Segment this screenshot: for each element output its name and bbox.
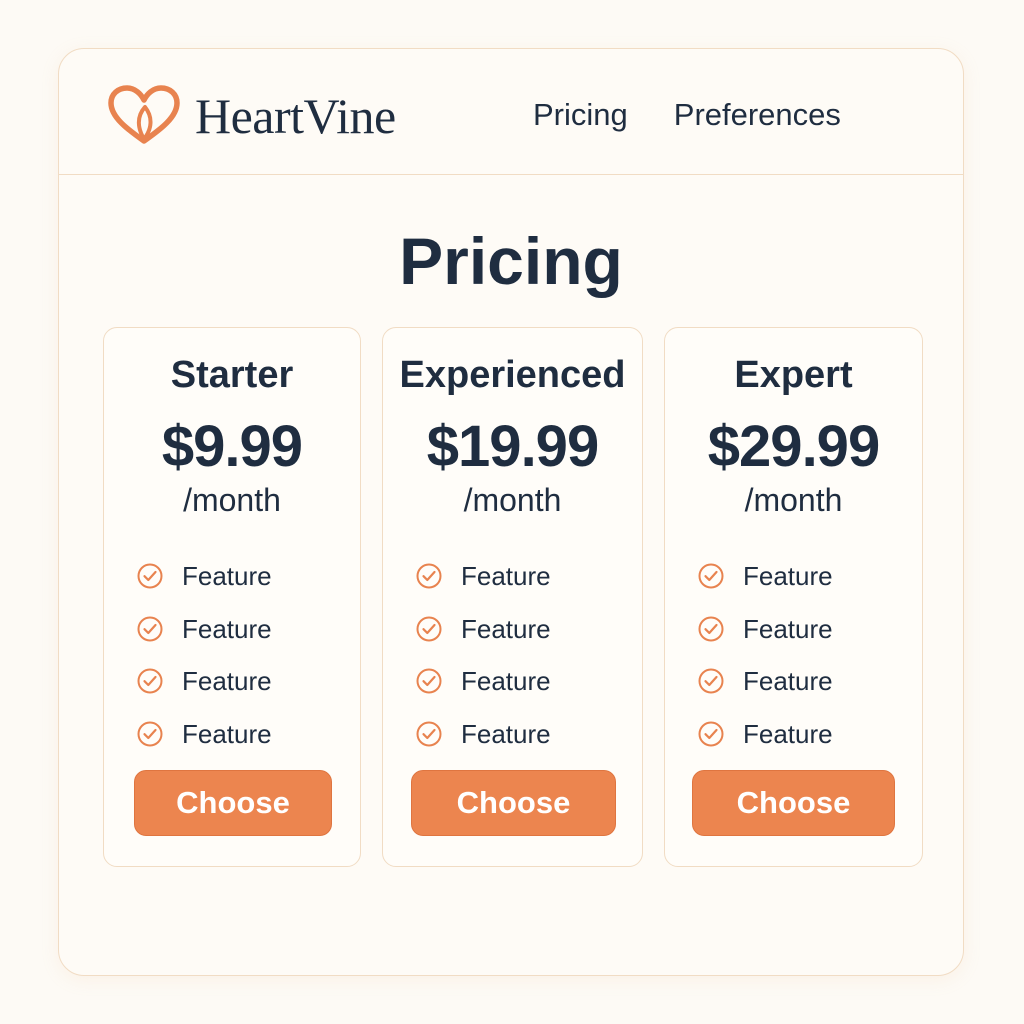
feature-item: Feature — [415, 550, 632, 603]
feature-item: Feature — [136, 708, 350, 761]
choose-expert-button[interactable]: Choose — [692, 770, 895, 836]
feature-item: Feature — [136, 550, 350, 603]
choose-experienced-button[interactable]: Choose — [411, 770, 616, 836]
main-nav: Pricing Preferences — [533, 95, 841, 135]
feature-item: Feature — [415, 708, 632, 761]
check-circle-icon — [137, 563, 163, 589]
feature-item: Feature — [697, 655, 912, 708]
plan-card-starter: Starter $9.99 /month Feature Feature Fea… — [103, 327, 361, 867]
feature-item: Feature — [415, 655, 632, 708]
feature-label: Feature — [743, 666, 833, 697]
plan-period: /month — [463, 482, 562, 518]
plan-period: /month — [183, 482, 281, 518]
feature-list: Feature Feature Feature Feature — [697, 550, 912, 760]
check-circle-icon — [416, 563, 442, 589]
feature-label: Feature — [182, 561, 272, 592]
plan-card-expert: Expert $29.99 /month Feature Feature Fea… — [664, 327, 923, 867]
check-circle-icon — [698, 721, 724, 747]
feature-label: Feature — [743, 561, 833, 592]
page-title: Pricing — [399, 224, 623, 298]
feature-list: Feature Feature Feature Feature — [136, 550, 350, 760]
plan-name: Starter — [170, 354, 294, 396]
feature-item: Feature — [136, 603, 350, 656]
check-circle-icon — [137, 721, 163, 747]
plan-card-experienced: Experienced $19.99 /month Feature Featur… — [382, 327, 643, 867]
feature-label: Feature — [182, 666, 272, 697]
check-circle-icon — [698, 563, 724, 589]
check-circle-icon — [416, 616, 442, 642]
feature-list: Feature Feature Feature Feature — [415, 550, 632, 760]
plan-name: Experienced — [399, 354, 626, 396]
feature-label: Feature — [743, 613, 833, 644]
feature-item: Feature — [697, 550, 912, 603]
feature-label: Feature — [743, 718, 833, 749]
brand-name: HeartVine — [195, 88, 396, 144]
plan-price: $29.99 — [707, 414, 880, 479]
plan-name: Expert — [734, 354, 853, 396]
brand-logo[interactable]: HeartVine — [107, 85, 396, 147]
feature-label: Feature — [461, 666, 551, 697]
feature-label: Feature — [461, 613, 551, 644]
check-circle-icon — [698, 668, 724, 694]
feature-item: Feature — [697, 708, 912, 761]
nav-link-pricing[interactable]: Pricing — [533, 95, 628, 135]
top-navbar: HeartVine Pricing Preferences — [59, 49, 963, 175]
choose-starter-button[interactable]: Choose — [134, 770, 332, 836]
check-circle-icon — [416, 668, 442, 694]
plan-price: $19.99 — [426, 414, 599, 479]
check-circle-icon — [137, 616, 163, 642]
check-circle-icon — [137, 668, 163, 694]
feature-label: Feature — [461, 718, 551, 749]
feature-item: Feature — [415, 603, 632, 656]
feature-label: Feature — [461, 561, 551, 592]
plan-period: /month — [744, 482, 843, 518]
heart-leaf-icon — [108, 85, 180, 144]
check-circle-icon — [416, 721, 442, 747]
app-window: HeartVine Pricing Preferences Pricing St… — [58, 48, 964, 976]
feature-item: Feature — [136, 655, 350, 708]
feature-item: Feature — [697, 603, 912, 656]
feature-label: Feature — [182, 718, 272, 749]
check-circle-icon — [698, 616, 724, 642]
plan-price: $9.99 — [161, 414, 303, 479]
nav-link-preferences[interactable]: Preferences — [674, 95, 841, 135]
feature-label: Feature — [182, 613, 272, 644]
